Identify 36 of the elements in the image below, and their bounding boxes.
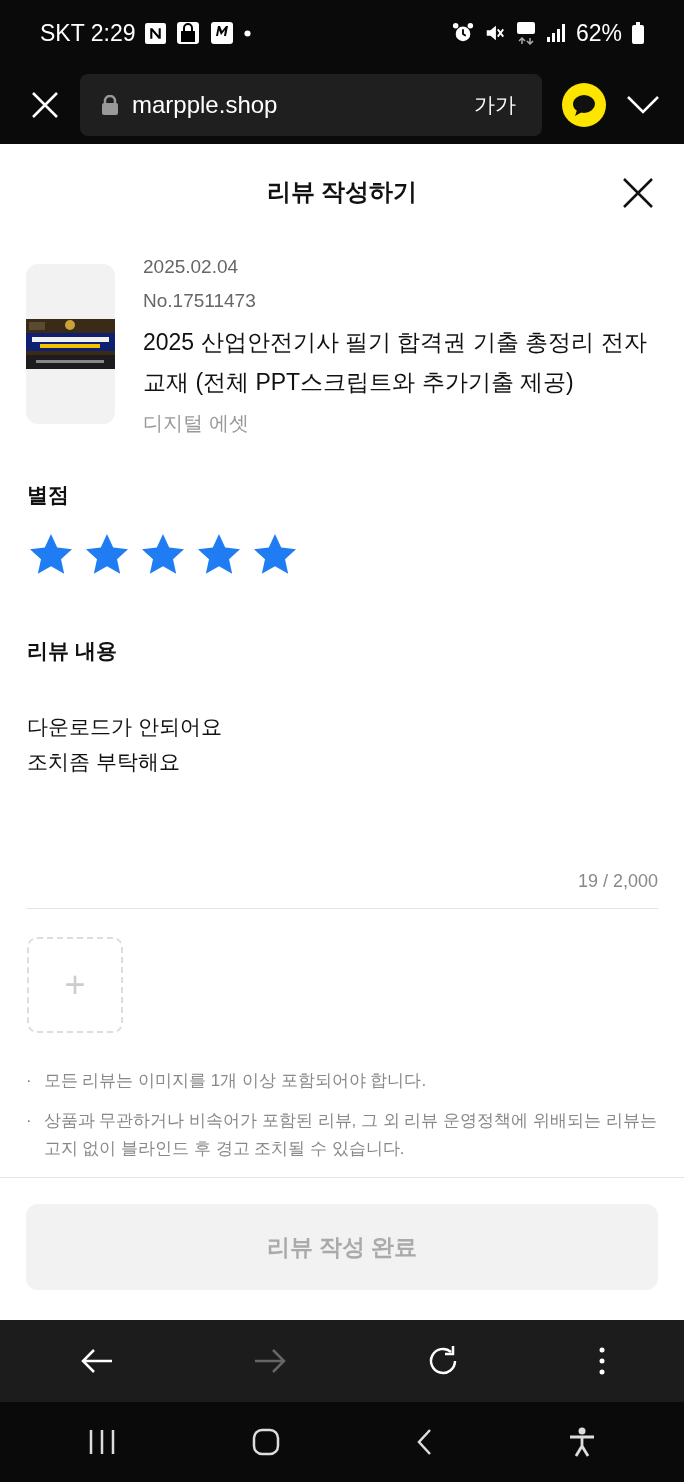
address-bar[interactable]: marpple.shop 가가 bbox=[80, 74, 542, 136]
home-icon[interactable] bbox=[252, 1428, 280, 1456]
order-date: 2025.02.04 bbox=[143, 255, 240, 279]
product-category: 디지털 에셋 bbox=[143, 411, 250, 436]
notice-text: 상품과 무관하거나 비속어가 포함된 리뷰, 그 외 리뷰 운영정책에 위배되는 리뷰는 고지 없이 블라인드 후 경고 조치될 수 있습니다. bbox=[43, 1110, 658, 1160]
character-counter: 19 / 2,000 bbox=[577, 871, 658, 892]
dialog-title: 리뷰 작성하기 bbox=[266, 177, 418, 207]
notification-icon bbox=[145, 22, 167, 44]
notice-text: 모든 리뷰는 이미지를 1개 이상 포함되어야 합니다. bbox=[43, 1070, 427, 1092]
battery-icon bbox=[632, 22, 644, 44]
review-text-field[interactable]: 다운로드가 안되어요 조치좀 부탁해요 bbox=[0, 709, 684, 859]
rating-label: 별점 bbox=[26, 482, 70, 508]
lock-notification-icon bbox=[176, 21, 201, 45]
app-notification-icon bbox=[210, 21, 235, 45]
more-options-icon[interactable] bbox=[598, 1347, 605, 1375]
accessibility-icon[interactable] bbox=[568, 1427, 596, 1457]
dot-icon bbox=[244, 29, 252, 37]
carrier-time: SKT 2:29 bbox=[40, 19, 136, 47]
chevron-down-icon[interactable] bbox=[626, 95, 660, 115]
product-name: 2025 산업안전기사 필기 합격권 기출 총정리 전자교재 (전체 PPT스크립트와 추가기출 제공) bbox=[143, 328, 648, 397]
order-number: No.17511473 bbox=[143, 289, 257, 313]
url-text: marpple.shop bbox=[132, 91, 279, 119]
signal-icon bbox=[545, 23, 566, 43]
lock-icon bbox=[102, 95, 118, 115]
back-arrow-icon[interactable] bbox=[79, 1348, 114, 1374]
chat-icon[interactable] bbox=[562, 83, 606, 127]
battery-level: 62% bbox=[575, 19, 622, 47]
bullet: · bbox=[26, 1070, 32, 1092]
network-5g-icon bbox=[515, 21, 536, 45]
close-icon[interactable] bbox=[622, 177, 654, 209]
review-content-label: 리뷰 내용 bbox=[26, 638, 118, 664]
recent-apps-icon[interactable] bbox=[88, 1429, 116, 1455]
text-size-button[interactable]: 가가 bbox=[474, 91, 516, 119]
bullet: · bbox=[26, 1110, 32, 1132]
back-icon[interactable] bbox=[416, 1428, 432, 1456]
alarm-icon bbox=[451, 22, 474, 44]
